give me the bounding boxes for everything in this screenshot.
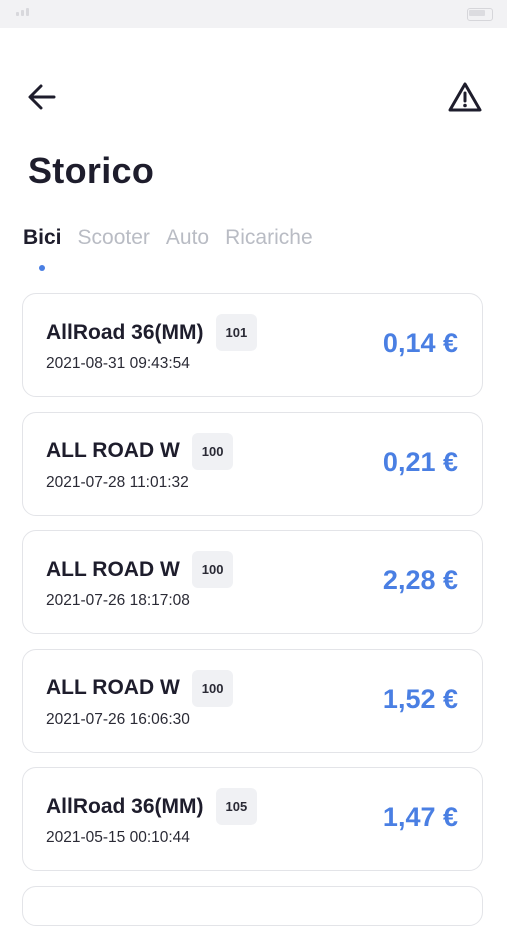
trip-date: 2021-05-15 00:10:44	[46, 829, 190, 846]
trip-date: 2021-07-28 11:01:32	[46, 473, 189, 491]
tab-ricariche[interactable]: Ricariche	[225, 226, 313, 250]
tab-scooter[interactable]: Scooter	[78, 226, 150, 250]
vehicle-name: AllRoad 36(MM)	[46, 794, 204, 818]
arrow-left-icon	[28, 84, 56, 110]
header	[0, 70, 507, 120]
list-item[interactable]: ALL ROAD W 100 2021-07-26 16:06:30 1,52 …	[22, 648, 483, 753]
vehicle-code-badge: 100	[191, 669, 234, 707]
warning-triangle-icon	[448, 82, 482, 112]
list-item[interactable]: ALL ROAD W 100 2021-07-28 11:01:32 0,21 …	[22, 411, 483, 516]
vehicle-code-badge: 101	[215, 314, 258, 351]
trip-date: 2021-08-31 09:43:54	[46, 355, 190, 372]
list-item[interactable]: AllRoad 36(MM) 101 2021-08-31 09:43:54 0…	[22, 293, 483, 397]
vehicle-code-badge: 105	[215, 788, 258, 825]
status-bar	[0, 0, 507, 28]
vehicle-name: ALL ROAD W	[46, 676, 180, 699]
battery-icon	[467, 8, 493, 21]
trip-price: 2,28 €	[382, 565, 458, 595]
trip-price: 1,52 €	[382, 683, 458, 714]
vehicle-name: ALL ROAD W	[46, 439, 180, 462]
trip-price: 0,21 €	[382, 446, 458, 477]
back-button[interactable]	[26, 80, 60, 114]
category-tabs: Bici Scooter Auto Ricariche	[23, 226, 313, 250]
vehicle-name: AllRoad 36(MM)	[46, 320, 204, 344]
report-issue-button[interactable]	[447, 80, 483, 114]
list-item[interactable]: AllRoad 36(MM) 105 2021-05-15 00:10:44 1…	[22, 767, 483, 871]
trip-price: 1,47 €	[382, 802, 458, 832]
vehicle-code-badge: 100	[191, 432, 234, 470]
trip-list: AllRoad 36(MM) 101 2021-08-31 09:43:54 0…	[22, 293, 485, 940]
trip-price: 0,14 €	[382, 328, 458, 358]
vehicle-code-badge: 100	[191, 551, 234, 588]
trip-date: 2021-07-26 18:17:08	[46, 592, 190, 609]
tab-auto[interactable]: Auto	[166, 226, 209, 250]
list-item[interactable]	[22, 885, 483, 926]
tab-bici[interactable]: Bici	[23, 226, 62, 250]
vehicle-name: ALL ROAD W	[46, 557, 180, 581]
page-title: Storico	[28, 150, 155, 191]
trip-date: 2021-07-26 16:06:30	[46, 710, 190, 728]
active-tab-indicator	[39, 265, 45, 271]
signal-icon	[16, 8, 29, 16]
list-item[interactable]: ALL ROAD W 100 2021-07-26 18:17:08 2,28 …	[22, 530, 483, 634]
